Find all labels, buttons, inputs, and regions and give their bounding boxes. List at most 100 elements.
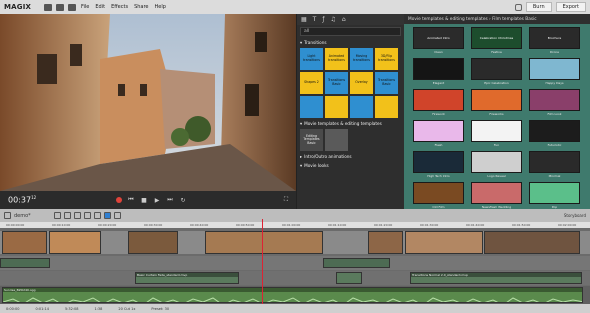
template-tile[interactable] — [325, 129, 348, 151]
transition-tile[interactable]: Transitions Basic — [325, 72, 348, 94]
next-marker-icon[interactable]: ⏭ — [166, 196, 174, 204]
undo-icon[interactable] — [53, 212, 61, 219]
text-icon[interactable]: T — [313, 16, 317, 23]
loop-icon[interactable]: ↻ — [179, 197, 187, 204]
media-search-input[interactable]: all — [300, 27, 401, 36]
video-track[interactable] — [0, 231, 590, 254]
export-button[interactable]: Export — [555, 2, 586, 12]
burn-button[interactable]: Burn — [525, 2, 552, 12]
transition-tile[interactable]: 3D/Flip transitions — [375, 48, 398, 70]
fullscreen-icon[interactable]: ⛶ — [282, 196, 290, 204]
title-effect-clip[interactable] — [336, 272, 362, 284]
menu-edit[interactable]: Edit — [95, 4, 105, 10]
template-item[interactable]: High Tech Intro — [413, 151, 464, 179]
template-item[interactable]: Minimal — [529, 151, 580, 179]
redo-icon[interactable] — [63, 212, 71, 219]
transition-tile[interactable] — [325, 96, 348, 118]
timeline-mode-icon[interactable] — [4, 212, 11, 219]
template-item[interactable]: Fun — [471, 120, 522, 148]
timeline-ruler[interactable]: 00:00:00:00 00:00:10:00 00:00:20:00 00:00:3… — [0, 222, 590, 228]
template-item[interactable]: Brochure Drone — [529, 27, 580, 55]
storyboard-toggle[interactable]: Storyboard — [564, 213, 586, 218]
template-item[interactable]: Elegant — [413, 58, 464, 86]
grid-icon[interactable]: ▦ — [301, 16, 307, 23]
audio-track[interactable]: Sunrise_BZO240.ogg — [0, 286, 590, 304]
delete-icon[interactable] — [73, 212, 81, 219]
transition-tile[interactable]: Light transitions — [300, 48, 323, 70]
settings-icon[interactable] — [514, 3, 522, 11]
menu-help[interactable]: Help — [155, 4, 166, 10]
template-item[interactable]: Fireworks — [471, 89, 522, 117]
audio-icon[interactable]: ♫ — [330, 16, 335, 23]
video-clip[interactable] — [405, 231, 483, 254]
template-label: High Tech Intro — [427, 174, 450, 178]
undo-icon[interactable] — [68, 3, 76, 11]
template-thumbnail — [529, 58, 580, 80]
video-clip[interactable] — [484, 231, 580, 254]
transition-tile[interactable]: Overlay — [350, 72, 373, 94]
stop-icon[interactable]: ■ — [140, 197, 148, 204]
menu-share[interactable]: Share — [134, 4, 148, 10]
folder-icon[interactable] — [44, 3, 52, 11]
transition-tile[interactable]: Shapes 2 — [300, 72, 323, 94]
template-item[interactable]: Firework — [413, 89, 464, 117]
menu-file[interactable]: File — [81, 4, 89, 10]
audio-clip[interactable]: Sunrise_BZO240.ogg — [2, 287, 583, 303]
transition-tile[interactable]: Transitions Basic — [375, 72, 398, 94]
marker-icon[interactable] — [113, 212, 121, 219]
menu-effects[interactable]: Effects — [111, 4, 128, 10]
pointer-icon[interactable] — [103, 212, 111, 219]
title-clip[interactable] — [323, 258, 390, 268]
record-button[interactable] — [116, 197, 122, 203]
template-item[interactable]: Flash — [413, 120, 464, 148]
template-item[interactable]: Pop — [529, 182, 580, 210]
text-tool-icon[interactable] — [83, 212, 91, 219]
save-icon[interactable] — [56, 3, 64, 11]
transition-tile[interactable]: Moving transitions — [350, 48, 373, 70]
template-item[interactable]: Animated Intro Clean — [413, 27, 464, 55]
title-clip[interactable] — [0, 258, 50, 268]
template-item[interactable]: Celebration Christmas Festive — [471, 27, 522, 55]
template-label: Festive — [491, 50, 502, 54]
transition-tile[interactable] — [375, 96, 398, 118]
template-thumbnail: Brochure — [529, 27, 580, 49]
audio-waveform — [3, 297, 582, 302]
template-thumbnail — [471, 58, 522, 80]
movie-looks-header[interactable]: ▾ Movie looks — [297, 161, 404, 170]
title-track[interactable] — [0, 256, 590, 270]
video-clip[interactable] — [128, 231, 178, 254]
movie-templates-header[interactable]: ▾ Movie templates & editing templates — [297, 119, 404, 128]
tag-icon[interactable]: ⌂ — [342, 16, 346, 23]
preview-monitor[interactable] — [0, 14, 296, 191]
title-effect-clip[interactable]: Transitions Normal 2.0_standard.mvp — [410, 272, 582, 284]
template-item[interactable]: Old Film — [413, 182, 464, 210]
template-item[interactable]: Happy Days — [529, 58, 580, 86]
template-item[interactable]: Epic Celebration — [471, 58, 522, 86]
template-item[interactable]: Newsflash Wedding — [471, 182, 522, 210]
video-clip[interactable] — [2, 231, 47, 254]
title-effect-clip[interactable]: Basic Curtain Fade_standard.mvp — [135, 272, 239, 284]
template-label: Drone — [549, 50, 560, 54]
ruler-tick-label: 00:01:00:00 — [282, 223, 301, 227]
template-thumbnail — [413, 89, 464, 111]
effect-track[interactable]: Basic Curtain Fade_standard.mvp Transiti… — [0, 271, 590, 285]
playhead[interactable] — [262, 219, 263, 304]
transition-tile[interactable] — [300, 96, 323, 118]
template-item[interactable]: Futuristic — [529, 120, 580, 148]
video-clip[interactable] — [368, 231, 403, 254]
intro-outro-header[interactable]: ▸ Intro/Outro animations — [297, 152, 404, 161]
effects-icon[interactable]: ƒ — [322, 16, 324, 23]
video-clip[interactable] — [205, 231, 323, 254]
transition-tile[interactable] — [350, 96, 373, 118]
transitions-header[interactable]: ▾ Transitions — [297, 38, 404, 47]
template-item[interactable]: Film Look — [529, 89, 580, 117]
previous-marker-icon[interactable]: ⏮ — [127, 196, 135, 204]
template-label: Fireworks — [489, 112, 504, 116]
template-tile[interactable]: Editing Templates Basic — [300, 129, 323, 151]
template-item[interactable]: Logo Reveal — [471, 151, 522, 179]
video-clip[interactable] — [49, 231, 101, 254]
cut-icon[interactable] — [93, 212, 101, 219]
template-label: Logo Reveal — [487, 174, 506, 178]
transition-tile[interactable]: Animated transitions — [325, 48, 348, 70]
play-icon[interactable]: ▶ — [153, 197, 161, 204]
